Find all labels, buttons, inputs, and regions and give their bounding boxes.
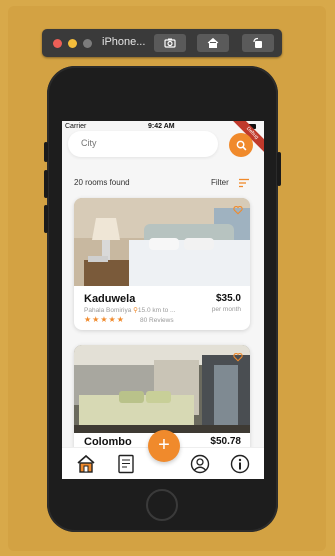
search-button[interactable]: [229, 133, 253, 157]
zoom-window-button[interactable]: [83, 39, 92, 48]
rotate-icon: [253, 37, 262, 48]
side-button-volume-up: [44, 170, 48, 198]
info-icon: [230, 454, 250, 474]
side-button-volume-down: [44, 205, 48, 233]
user-icon: [190, 454, 210, 474]
rating-stars: ★★★★★: [84, 315, 125, 324]
nav-home[interactable]: [74, 452, 98, 476]
camera-icon: [164, 38, 176, 48]
side-button-power: [277, 152, 281, 186]
rotate-button[interactable]: [242, 34, 274, 52]
room-distance: 15.0 km to ...: [137, 307, 176, 314]
simulator-title: iPhone...: [102, 36, 146, 48]
add-button[interactable]: +: [148, 430, 180, 462]
filter-icon[interactable]: [238, 178, 250, 188]
home-icon: [77, 454, 95, 473]
room-price: $50.78: [210, 436, 241, 447]
room-location: Pahala Bomiriya ⚲15.0 km to ...: [84, 306, 175, 314]
review-count: 80 Reviews: [140, 317, 174, 324]
home-button[interactable]: [197, 34, 229, 52]
nav-profile[interactable]: [188, 452, 212, 476]
results-count: 20 rooms found: [74, 178, 130, 187]
document-icon: [118, 454, 134, 474]
nav-bookings[interactable]: [114, 452, 138, 476]
home-icon: [207, 37, 219, 48]
side-button-mute: [44, 142, 48, 162]
room-image: [74, 345, 250, 433]
room-price: $35.0: [215, 293, 241, 304]
favorite-heart-icon[interactable]: [233, 205, 243, 215]
nav-info[interactable]: [228, 452, 252, 476]
search-input[interactable]: [79, 137, 213, 149]
carrier-label: Carrier: [65, 123, 87, 130]
app-screen: Carrier 9:42 AM Debug 20 rooms found Fil…: [62, 121, 264, 479]
room-card[interactable]: Kaduwela $35.0 Pahala Bomiriya ⚲15.0 km …: [74, 198, 250, 330]
room-title: Kaduwela: [84, 293, 136, 305]
location-name: Pahala Bomiriya: [84, 307, 132, 314]
room-image: [74, 198, 250, 286]
favorite-heart-icon[interactable]: [233, 352, 243, 362]
status-time: 9:42 AM: [148, 123, 175, 130]
search-icon: [236, 140, 246, 150]
phone-home-button[interactable]: [146, 489, 178, 521]
close-window-button[interactable]: [53, 39, 62, 48]
minimize-window-button[interactable]: [68, 39, 77, 48]
simulator-toolbar: iPhone...: [42, 29, 282, 57]
search-box[interactable]: [68, 131, 218, 157]
price-unit: per month: [211, 306, 241, 313]
filter-button[interactable]: Filter: [211, 178, 229, 187]
screenshot-button[interactable]: [154, 34, 186, 52]
